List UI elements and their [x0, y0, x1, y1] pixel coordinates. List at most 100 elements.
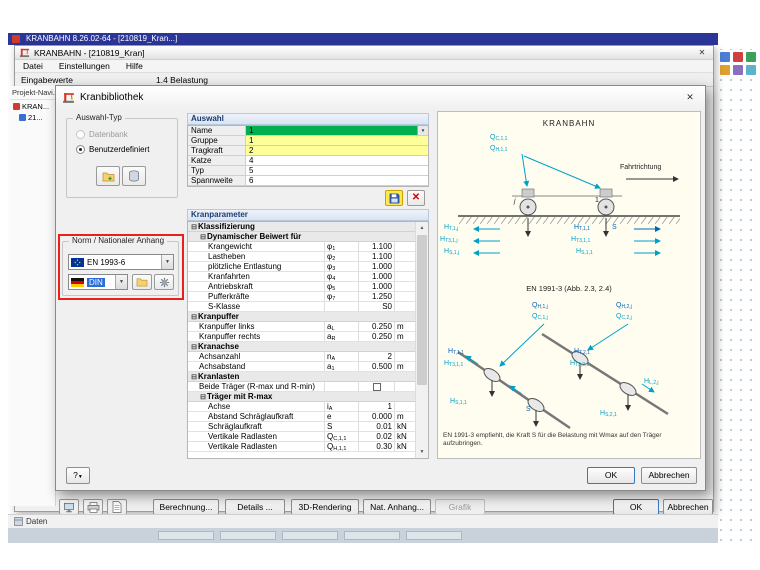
norm-standard-select[interactable]: EN 1993-6 ▼	[68, 254, 174, 270]
tab-eingabewerte[interactable]: Eingabewerte	[21, 75, 73, 85]
parameter-row[interactable]: ⊟Dynamischer Beiwert für	[188, 232, 415, 242]
parameter-row[interactable]: Lasthebenφ21.100	[188, 252, 415, 262]
parameter-row[interactable]: SchräglaufkraftS0.01kN	[188, 422, 415, 432]
report-button[interactable]	[107, 499, 127, 515]
printer-button[interactable]	[83, 499, 103, 515]
dialog-ok-button[interactable]: OK	[587, 467, 635, 484]
parameter-row[interactable]: Achsabstanda10.500m	[188, 362, 415, 372]
tree-collapse-icon[interactable]: ⊟	[190, 313, 198, 321]
parameter-row[interactable]: Vertikale RadlastenQH,1,10.30kN	[188, 442, 415, 452]
table-tab[interactable]	[158, 531, 214, 540]
parameter-value[interactable]: 1.250	[359, 292, 395, 301]
parameter-value[interactable]: 0.02	[359, 432, 395, 441]
parameter-row[interactable]: ⊟Klassifizierung	[188, 222, 415, 232]
close-icon[interactable]: ✕	[681, 89, 699, 105]
parameter-row[interactable]: S-KlasseS0	[188, 302, 415, 312]
parameter-row[interactable]: ⊟Kranachse	[188, 342, 415, 352]
dropdown-arrow-icon[interactable]: ▼	[417, 126, 428, 135]
parameter-row[interactable]: plötzliche Entlastungφ31.000	[188, 262, 415, 272]
help-button[interactable]: ?▼	[66, 467, 90, 484]
annex-settings-button[interactable]	[154, 274, 174, 290]
selection-row-value[interactable]: 1	[246, 136, 428, 145]
nat-anhang-button[interactable]: Nat. Anhang...	[363, 499, 431, 515]
selection-row-value[interactable]: 5	[246, 166, 428, 175]
parameter-row[interactable]: AchsanzahlnA2	[188, 352, 415, 362]
parameter-value[interactable]: S0	[359, 302, 395, 311]
parameter-row[interactable]: Kranpuffer rechtsaR0.250m	[188, 332, 415, 342]
toolbar-icon[interactable]	[733, 65, 743, 75]
radio-icon[interactable]	[76, 130, 85, 139]
national-annex-select[interactable]: DIN ▼	[68, 274, 128, 290]
parameter-row[interactable]: Vertikale RadlastenQC,1,10.02kN	[188, 432, 415, 442]
table-tab[interactable]	[282, 531, 338, 540]
module-titlebar[interactable]: KRANBAHN - [210819_Kran] ✕	[15, 46, 713, 60]
rendering-button[interactable]: 3D-Rendering	[291, 499, 359, 515]
selection-row-value[interactable]: 2	[246, 146, 428, 155]
radio-benutzerdefiniert[interactable]: Benutzerdefiniert	[76, 145, 149, 154]
parameter-row[interactable]: Kranfahrtenφ41.000	[188, 272, 415, 282]
parameter-value[interactable]: 1	[359, 402, 395, 411]
parameter-value[interactable]: 0.01	[359, 422, 395, 431]
toolbar-icon[interactable]	[720, 65, 730, 75]
parameter-row[interactable]: AchseiA1	[188, 402, 415, 412]
parameter-value[interactable]: 2	[359, 352, 395, 361]
selection-row-value[interactable]: 1▼	[246, 126, 428, 135]
parameter-row[interactable]: Krangewichtφ11.100	[188, 242, 415, 252]
tree-collapse-icon[interactable]: ⊟	[190, 223, 198, 231]
parameter-value[interactable]: 1.000	[359, 262, 395, 271]
parameter-row[interactable]: ⊟Kranpuffer	[188, 312, 415, 322]
module-ok-button[interactable]: OK	[613, 499, 659, 515]
parameter-row[interactable]: Abstand Schräglaufkrafte0.000m	[188, 412, 415, 422]
delete-crane-button[interactable]: ✕	[407, 190, 425, 206]
navigator-item[interactable]: 21...	[10, 111, 55, 122]
chevron-down-icon[interactable]: ▼	[115, 275, 127, 289]
checkbox[interactable]	[373, 383, 381, 391]
parameter-value[interactable]: 0.500	[359, 362, 395, 371]
parameter-value[interactable]: 0.250	[359, 332, 395, 341]
tree-collapse-icon[interactable]: ⊟	[190, 373, 198, 381]
parameter-value[interactable]: 1.100	[359, 242, 395, 251]
table-tab[interactable]	[220, 531, 276, 540]
toolbar-icon[interactable]	[733, 52, 743, 62]
radio-icon[interactable]	[76, 145, 85, 154]
table-tab[interactable]	[344, 531, 400, 540]
toolbar-icon[interactable]	[720, 52, 730, 62]
import-crane-button[interactable]	[96, 166, 120, 186]
parameter-row[interactable]: Antriebskraftφ51.000	[188, 282, 415, 292]
tree-collapse-icon[interactable]: ⊟	[190, 343, 198, 351]
tree-collapse-icon[interactable]: ⊟	[199, 393, 207, 401]
table-tab[interactable]	[406, 531, 462, 540]
menu-einstellungen[interactable]: Einstellungen	[59, 61, 110, 71]
toolbar-icon[interactable]	[746, 65, 756, 75]
save-crane-button[interactable]	[385, 190, 403, 206]
parameter-value[interactable]: 1.100	[359, 252, 395, 261]
parameter-value[interactable]: 0.000	[359, 412, 395, 421]
berechnung-button[interactable]: Berechnung...	[153, 499, 219, 515]
selection-row-value[interactable]: 6	[246, 176, 428, 185]
parameter-row[interactable]: Beide Träger (R-max und R-min)	[188, 382, 415, 392]
module-cancel-button[interactable]: Abbrechen	[663, 499, 713, 515]
parameter-value[interactable]: 0.30	[359, 442, 395, 451]
scroll-up-icon[interactable]: ▲	[416, 222, 428, 234]
toolbar-icon[interactable]	[746, 52, 756, 62]
menu-hilfe[interactable]: Hilfe	[126, 61, 143, 71]
scroll-down-icon[interactable]: ▼	[416, 446, 428, 458]
parameter-row[interactable]: ⊟Kranlasten	[188, 372, 415, 382]
parameter-value[interactable]: 0.250	[359, 322, 395, 331]
chevron-down-icon[interactable]: ▼	[161, 255, 173, 269]
menu-datei[interactable]: Datei	[23, 61, 43, 71]
scrollbar[interactable]: ▲ ▼	[415, 222, 428, 458]
dialog-cancel-button[interactable]: Abbrechen	[641, 467, 697, 484]
parameter-row[interactable]: Pufferkräfteφ71.250	[188, 292, 415, 302]
navigator-item[interactable]: KRAN...	[10, 100, 55, 111]
parameter-value[interactable]	[359, 382, 395, 391]
scrollbar-thumb[interactable]	[417, 235, 427, 385]
radio-datenbank[interactable]: Datenbank	[76, 130, 128, 139]
annex-open-button[interactable]	[132, 274, 152, 290]
parameter-value[interactable]: 1.000	[359, 282, 395, 291]
dialog-titlebar[interactable]: Kranbibliothek ✕	[56, 86, 705, 108]
database-button[interactable]	[122, 166, 146, 186]
parameter-row[interactable]: ⊟Träger mit R-max	[188, 392, 415, 402]
tree-collapse-icon[interactable]: ⊟	[199, 233, 207, 241]
graphic-print-button[interactable]	[59, 499, 79, 515]
